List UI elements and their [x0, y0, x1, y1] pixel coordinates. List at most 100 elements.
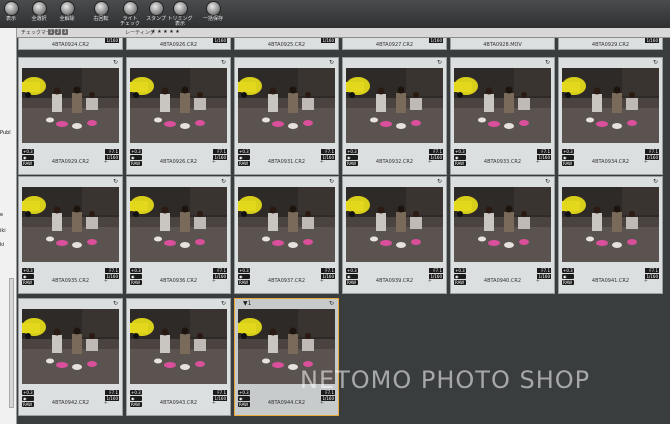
fstop-badge: F7.1	[321, 268, 335, 273]
thumbnail-cell[interactable]: ↻ +0.3 ◉ RAW F7.1 1/160 4BTA0941.CR2 +	[558, 176, 663, 294]
toolbar-deselect-all-button[interactable]: 全解除	[50, 1, 84, 27]
rotate-icon[interactable]: ↻	[545, 59, 550, 66]
thumbnail-image[interactable]	[346, 187, 443, 262]
toolbar-batch-save-button[interactable]: 一括保存	[196, 1, 230, 27]
view-icon	[3, 1, 19, 16]
thumbnail-image[interactable]	[562, 187, 659, 262]
fstop-badge: F7.1	[537, 149, 551, 154]
rotate-icon[interactable]: ↻	[653, 178, 658, 185]
left-panel-scrollbar[interactable]	[9, 278, 14, 408]
left-panel-text: iki	[0, 228, 6, 234]
add-icon[interactable]: +	[320, 400, 324, 406]
add-icon[interactable]: +	[536, 278, 540, 284]
exposure-badge: +0.3	[130, 390, 142, 395]
thumbnail-cell[interactable]: ↻ +0.3 ◉ RAW F7.1 1/160 4BTA0940.CR2 +	[450, 176, 555, 294]
photo-thumbnail	[346, 187, 443, 262]
thumbnail-cell-partial[interactable]: 4BTA0927.CR2 1/160	[342, 38, 447, 50]
fstop-badge: F7.1	[321, 149, 335, 154]
fstop-badge: F7.1	[105, 390, 119, 395]
add-icon[interactable]: +	[320, 278, 324, 284]
select-all-icon	[31, 1, 47, 16]
exposure-badge: +0.3	[562, 268, 574, 273]
rotate-icon[interactable]: ↻	[545, 178, 550, 185]
rotate-right-icon	[93, 1, 109, 16]
rotate-icon[interactable]: ↻	[221, 59, 226, 66]
exposure-badge: +0.3	[454, 149, 466, 154]
thumbnail-image[interactable]	[22, 187, 119, 262]
exposure-badge: +0.3	[238, 149, 250, 154]
thumbnail-image[interactable]	[562, 68, 659, 143]
rotate-icon[interactable]: ↻	[113, 178, 118, 185]
thumbnail-cell[interactable]: ↻ +0.3 ◉ RAW F7.1 1/160 4BTA0926.CR2 +	[126, 57, 231, 175]
check-mark-filter-1[interactable]: 1	[48, 29, 54, 35]
thumbnail-cell-partial[interactable]: 4BTA0926.CR2 1/160	[126, 38, 231, 50]
check-mark-filter-2[interactable]: 2	[55, 29, 61, 35]
rotate-icon[interactable]: ↻	[329, 178, 334, 185]
thumbnail-image[interactable]	[130, 309, 227, 384]
left-panel-text: e	[0, 212, 4, 218]
rotate-icon[interactable]: ↻	[221, 178, 226, 185]
fstop-badge: F7.1	[429, 268, 443, 273]
check-mark-filter-3[interactable]: 3	[62, 29, 68, 35]
rotate-icon[interactable]: ↻	[221, 300, 226, 307]
thumbnail-cell[interactable]: ↻ +0.3 ◉ RAW F7.1 1/160 4BTA0935.CR2 +	[18, 176, 123, 294]
thumbnail-image[interactable]	[238, 68, 335, 143]
thumbnail-cell[interactable]: ↻ +0.3 ◉ RAW F7.1 1/160 4BTA0931.CR2 +	[234, 57, 339, 175]
add-icon[interactable]: +	[104, 400, 108, 406]
add-icon[interactable]: +	[320, 159, 324, 165]
thumbnail-cell[interactable]: ↻ +0.3 ◉ RAW F7.1 1/160 4BTA0939.CR2 +	[342, 176, 447, 294]
thumbnail-cell[interactable]: ↻ +0.3 ◉ RAW F7.1 1/160 4BTA0936.CR2 +	[126, 176, 231, 294]
thumbnail-cell[interactable]: ↻ +0.3 ◉ RAW F7.1 1/160 4BTA0934.CR2 +	[558, 57, 663, 175]
thumbnail-image[interactable]	[454, 68, 551, 143]
exposure-badge: +0.3	[22, 390, 34, 395]
thumbnail-image[interactable]	[238, 187, 335, 262]
shutter-badge: 1/160	[213, 38, 227, 43]
add-icon[interactable]: +	[212, 400, 216, 406]
rotate-icon[interactable]: ↻	[437, 59, 442, 66]
thumbnail-cell-partial[interactable]: 4BTA0929.CR2 1/160	[558, 38, 663, 50]
thumbnail-cell-partial[interactable]: 4BTA0924.CR2 1/160	[18, 38, 123, 50]
thumbnail-cell[interactable]: ↻ +0.3 ◉ RAW F7.1 1/160 4BTA0932.CR2 +	[342, 57, 447, 175]
rotate-icon[interactable]: ↻	[329, 300, 334, 307]
thumbnail-cell[interactable]: ▼1 ↻ +0.3 ◉ RAW F7.1 1/160 4BTA0944.CR2 +	[234, 298, 339, 416]
thumbnail-cell-partial[interactable]: 4BTA0928.MOV	[450, 38, 555, 50]
photo-thumbnail	[238, 187, 335, 262]
add-icon[interactable]: +	[212, 159, 216, 165]
thumbnail-filename: 4BTA0928.MOV	[483, 42, 522, 48]
thumbnail-image[interactable]	[454, 187, 551, 262]
thumbnail-image[interactable]	[130, 187, 227, 262]
fstop-badge: F7.1	[537, 268, 551, 273]
add-icon[interactable]: +	[644, 278, 648, 284]
add-icon[interactable]: +	[212, 278, 216, 284]
add-icon[interactable]: +	[536, 159, 540, 165]
add-icon[interactable]: +	[644, 159, 648, 165]
photo-thumbnail	[130, 68, 227, 143]
thumbnail-cell-partial[interactable]: 4BTA0925.CR2 1/160	[234, 38, 339, 50]
fstop-badge: F7.1	[213, 149, 227, 154]
check-mark-icon[interactable]: ▼1	[243, 300, 251, 307]
rotate-icon[interactable]: ↻	[113, 59, 118, 66]
add-icon[interactable]: +	[428, 159, 432, 165]
add-icon[interactable]: +	[104, 159, 108, 165]
thumbnail-cell[interactable]: ↻ +0.3 ◉ RAW F7.1 1/160 4BTA0937.CR2 +	[234, 176, 339, 294]
thumbnail-image[interactable]	[22, 309, 119, 384]
shutter-badge: 1/160	[105, 38, 119, 43]
thumbnail-cell[interactable]: ↻ +0.3 ◉ RAW F7.1 1/160 4BTA0929.CR2 +	[18, 57, 123, 175]
rotate-icon[interactable]: ↻	[437, 178, 442, 185]
add-icon[interactable]: +	[428, 278, 432, 284]
rotate-icon[interactable]: ↻	[113, 300, 118, 307]
deselect-all-icon	[59, 1, 75, 16]
rating-stars[interactable]: ★ ★ ★ ★ ★	[151, 29, 180, 35]
thumbnail-image[interactable]	[22, 68, 119, 143]
trimming-icon	[172, 1, 188, 16]
thumbnail-cell[interactable]: ↻ +0.3 ◉ RAW F7.1 1/160 4BTA0943.CR2 +	[126, 298, 231, 416]
add-icon[interactable]: +	[104, 278, 108, 284]
thumbnail-image[interactable]	[346, 68, 443, 143]
rotate-icon[interactable]: ↻	[653, 59, 658, 66]
rotate-icon[interactable]: ↻	[329, 59, 334, 66]
toolbar-trimming-button[interactable]: トリミング 表示	[163, 1, 197, 27]
photo-thumbnail	[562, 68, 659, 143]
thumbnail-cell[interactable]: ↻ +0.3 ◉ RAW F7.1 1/160 4BTA0933.CR2 +	[450, 57, 555, 175]
thumbnail-image[interactable]	[130, 68, 227, 143]
thumbnail-cell[interactable]: ↻ +0.3 ◉ RAW F7.1 1/160 4BTA0942.CR2 +	[18, 298, 123, 416]
